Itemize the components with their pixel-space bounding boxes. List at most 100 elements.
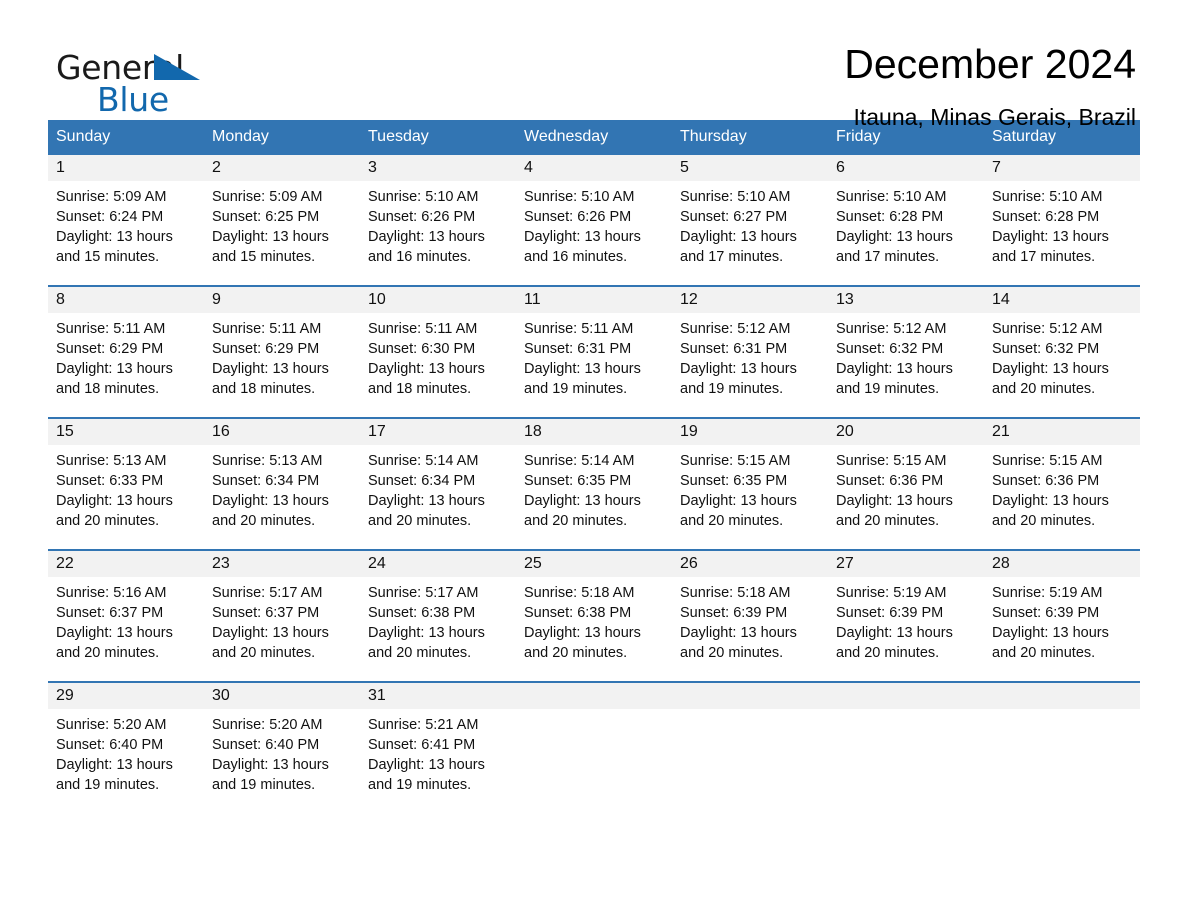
day-cell[interactable]: Sunrise: 5:13 AM Sunset: 6:34 PM Dayligh…: [204, 445, 360, 549]
logo-text-blue: Blue: [97, 80, 169, 119]
daylight-text-line2: and 20 minutes.: [836, 645, 940, 661]
daylight-text-line2: and 20 minutes.: [212, 645, 316, 661]
day-cell[interactable]: Sunrise: 5:19 AM Sunset: 6:39 PM Dayligh…: [984, 577, 1140, 681]
day-cell[interactable]: Sunrise: 5:11 AM Sunset: 6:30 PM Dayligh…: [360, 313, 516, 417]
sunset-text: Sunset: 6:33 PM: [56, 473, 164, 489]
daylight-text-line2: and 20 minutes.: [524, 513, 628, 529]
day-number: 23: [212, 555, 230, 572]
day-cell[interactable]: Sunrise: 5:16 AM Sunset: 6:37 PM Dayligh…: [48, 577, 204, 681]
sunset-text: Sunset: 6:29 PM: [212, 341, 320, 357]
daylight-text-line1: Daylight: 13 hours: [524, 493, 641, 509]
sunrise-text: Sunrise: 5:20 AM: [212, 717, 323, 733]
day-cell[interactable]: Sunrise: 5:18 AM Sunset: 6:38 PM Dayligh…: [516, 577, 672, 681]
daylight-text-line1: Daylight: 13 hours: [212, 757, 329, 773]
day-cell[interactable]: Sunrise: 5:14 AM Sunset: 6:35 PM Dayligh…: [516, 445, 672, 549]
day-cell[interactable]: Sunrise: 5:12 AM Sunset: 6:31 PM Dayligh…: [672, 313, 828, 417]
day-cell[interactable]: Sunrise: 5:19 AM Sunset: 6:39 PM Dayligh…: [828, 577, 984, 681]
day-cell[interactable]: Sunrise: 5:17 AM Sunset: 6:38 PM Dayligh…: [360, 577, 516, 681]
sunset-text: Sunset: 6:35 PM: [524, 473, 632, 489]
day-cell[interactable]: Sunrise: 5:10 AM Sunset: 6:27 PM Dayligh…: [672, 181, 828, 285]
daylight-text-line2: and 20 minutes.: [992, 513, 1096, 529]
day-cell[interactable]: Sunrise: 5:10 AM Sunset: 6:26 PM Dayligh…: [516, 181, 672, 285]
sunrise-text: Sunrise: 5:10 AM: [836, 189, 947, 205]
day-cell[interactable]: Sunrise: 5:10 AM Sunset: 6:26 PM Dayligh…: [360, 181, 516, 285]
sunrise-text: Sunrise: 5:10 AM: [992, 189, 1103, 205]
week-detail-band: Sunrise: 5:16 AM Sunset: 6:37 PM Dayligh…: [48, 577, 1140, 681]
daylight-text-line1: Daylight: 13 hours: [680, 361, 797, 377]
day-cell[interactable]: Sunrise: 5:15 AM Sunset: 6:36 PM Dayligh…: [828, 445, 984, 549]
day-cell[interactable]: Sunrise: 5:20 AM Sunset: 6:40 PM Dayligh…: [204, 709, 360, 813]
day-number-empty: [984, 683, 1140, 709]
sunrise-text: Sunrise: 5:18 AM: [524, 585, 635, 601]
day-cell[interactable]: Sunrise: 5:18 AM Sunset: 6:39 PM Dayligh…: [672, 577, 828, 681]
sunset-text: Sunset: 6:32 PM: [836, 341, 944, 357]
sunrise-text: Sunrise: 5:19 AM: [992, 585, 1103, 601]
daylight-text-line1: Daylight: 13 hours: [368, 361, 485, 377]
daylight-text-line1: Daylight: 13 hours: [56, 361, 173, 377]
calendar-week-row: 8 9 10 11 12 13 14 Sunrise: 5:11 AM Suns…: [48, 285, 1140, 417]
day-number: 24: [368, 555, 386, 572]
weekday-header-friday: Friday: [836, 128, 881, 145]
day-cell[interactable]: Sunrise: 5:10 AM Sunset: 6:28 PM Dayligh…: [828, 181, 984, 285]
day-cell[interactable]: Sunrise: 5:09 AM Sunset: 6:25 PM Dayligh…: [204, 181, 360, 285]
sunset-text: Sunset: 6:38 PM: [368, 605, 476, 621]
weekday-header-row: Sunday Monday Tuesday Wednesday Thursday…: [48, 120, 1140, 153]
day-number: 18: [524, 423, 542, 440]
sunrise-text: Sunrise: 5:15 AM: [680, 453, 791, 469]
day-cell[interactable]: Sunrise: 5:20 AM Sunset: 6:40 PM Dayligh…: [48, 709, 204, 813]
day-number-empty: [516, 683, 672, 709]
day-number: 27: [836, 555, 854, 572]
sunset-text: Sunset: 6:26 PM: [368, 209, 476, 225]
generalblue-logo[interactable]: General Blue: [56, 40, 206, 119]
day-cell[interactable]: Sunrise: 5:15 AM Sunset: 6:36 PM Dayligh…: [984, 445, 1140, 549]
sunrise-text: Sunrise: 5:12 AM: [680, 321, 791, 337]
day-cell[interactable]: Sunrise: 5:13 AM Sunset: 6:33 PM Dayligh…: [48, 445, 204, 549]
day-cell[interactable]: Sunrise: 5:11 AM Sunset: 6:31 PM Dayligh…: [516, 313, 672, 417]
daylight-text-line2: and 16 minutes.: [368, 249, 472, 265]
page-title: December 2024: [844, 41, 1136, 87]
day-cell[interactable]: Sunrise: 5:12 AM Sunset: 6:32 PM Dayligh…: [984, 313, 1140, 417]
weekday-header-sunday: Sunday: [56, 128, 111, 145]
sunset-text: Sunset: 6:39 PM: [992, 605, 1100, 621]
sunrise-text: Sunrise: 5:13 AM: [56, 453, 167, 469]
sunset-text: Sunset: 6:29 PM: [56, 341, 164, 357]
sunrise-text: Sunrise: 5:09 AM: [212, 189, 323, 205]
sunrise-text: Sunrise: 5:09 AM: [56, 189, 167, 205]
day-cell[interactable]: Sunrise: 5:10 AM Sunset: 6:28 PM Dayligh…: [984, 181, 1140, 285]
week-daynumber-band: 1 2 3 4 5 6 7: [48, 155, 1140, 181]
daylight-text-line1: Daylight: 13 hours: [524, 229, 641, 245]
weekday-header-monday: Monday: [212, 128, 269, 145]
sunset-text: Sunset: 6:24 PM: [56, 209, 164, 225]
daylight-text-line2: and 19 minutes.: [836, 381, 940, 397]
sunset-text: Sunset: 6:39 PM: [836, 605, 944, 621]
day-cell[interactable]: Sunrise: 5:11 AM Sunset: 6:29 PM Dayligh…: [48, 313, 204, 417]
day-cell[interactable]: Sunrise: 5:14 AM Sunset: 6:34 PM Dayligh…: [360, 445, 516, 549]
daylight-text-line1: Daylight: 13 hours: [680, 493, 797, 509]
daylight-text-line2: and 20 minutes.: [56, 513, 160, 529]
daylight-text-line1: Daylight: 13 hours: [524, 625, 641, 641]
daylight-text-line2: and 19 minutes.: [524, 381, 628, 397]
sunrise-text: Sunrise: 5:18 AM: [680, 585, 791, 601]
sunset-text: Sunset: 6:26 PM: [524, 209, 632, 225]
day-number: 31: [368, 687, 386, 704]
daylight-text-line2: and 20 minutes.: [368, 513, 472, 529]
day-number: 15: [56, 423, 74, 440]
day-cell[interactable]: Sunrise: 5:21 AM Sunset: 6:41 PM Dayligh…: [360, 709, 516, 813]
weekday-header-saturday: Saturday: [992, 128, 1057, 145]
day-cell[interactable]: Sunrise: 5:09 AM Sunset: 6:24 PM Dayligh…: [48, 181, 204, 285]
daylight-text-line2: and 20 minutes.: [680, 513, 784, 529]
sunrise-text: Sunrise: 5:11 AM: [368, 321, 478, 337]
daylight-text-line2: and 20 minutes.: [836, 513, 940, 529]
sunset-text: Sunset: 6:39 PM: [680, 605, 788, 621]
daylight-text-line1: Daylight: 13 hours: [992, 625, 1109, 641]
day-cell[interactable]: Sunrise: 5:17 AM Sunset: 6:37 PM Dayligh…: [204, 577, 360, 681]
daylight-text-line1: Daylight: 13 hours: [56, 229, 173, 245]
day-cell[interactable]: Sunrise: 5:12 AM Sunset: 6:32 PM Dayligh…: [828, 313, 984, 417]
day-cell[interactable]: Sunrise: 5:11 AM Sunset: 6:29 PM Dayligh…: [204, 313, 360, 417]
sunrise-text: Sunrise: 5:11 AM: [56, 321, 166, 337]
sunrise-text: Sunrise: 5:15 AM: [836, 453, 947, 469]
day-cell[interactable]: Sunrise: 5:15 AM Sunset: 6:35 PM Dayligh…: [672, 445, 828, 549]
sunset-text: Sunset: 6:37 PM: [212, 605, 320, 621]
weekday-header-wednesday: Wednesday: [524, 128, 609, 145]
logo-triangle-icon: [154, 54, 200, 80]
